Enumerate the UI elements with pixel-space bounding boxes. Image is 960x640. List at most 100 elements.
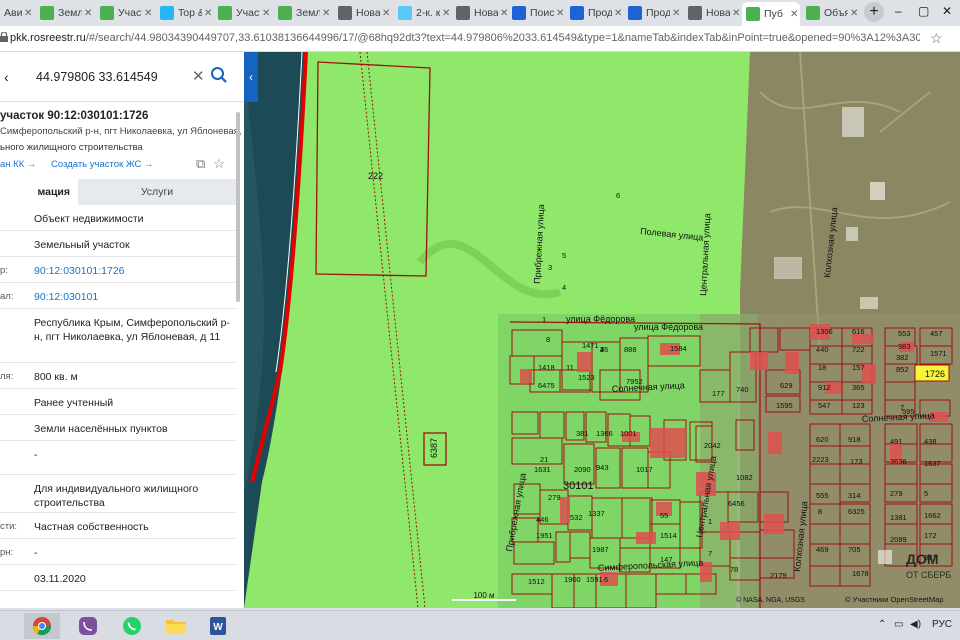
close-tab-icon[interactable]: ✕ xyxy=(204,8,214,19)
chrome-icon xyxy=(688,6,702,20)
close-tab-icon[interactable]: ✕ xyxy=(672,8,682,19)
create-parcel-link[interactable]: Создать участок ЖС → xyxy=(51,159,153,170)
attribute-row: ля: 800 кв. м xyxy=(0,363,236,389)
browser-tab[interactable]: Прода✕ xyxy=(624,2,682,24)
realty-icon xyxy=(628,6,642,20)
browser-tab[interactable]: Пуб ✕ xyxy=(742,2,800,26)
minimize-icon[interactable]: – xyxy=(895,4,902,18)
tray-volume-icon[interactable]: ◀) xyxy=(910,619,921,630)
attribute-row: рн: - xyxy=(0,539,236,565)
favorite-star-icon[interactable]: ☆ xyxy=(213,156,225,171)
close-tab-icon[interactable]: ✕ xyxy=(556,8,566,19)
tray-chevron-icon[interactable]: ⌃ xyxy=(878,619,886,630)
parcel-number-label: 629 xyxy=(780,381,793,390)
parcel-number-label: 1523 xyxy=(578,373,595,382)
taskbar-whatsapp[interactable] xyxy=(114,613,150,639)
address-bar[interactable]: pkk.rosreestr.ru/#/search/44.98034390449… xyxy=(0,26,960,52)
panel-scrollbar[interactable] xyxy=(236,112,240,302)
browser-tab[interactable]: Прода✕ xyxy=(566,2,624,24)
browser-tab-strip: Авито |✕Землеі✕Участо✕Top & I✕Участо✕Зем… xyxy=(0,0,960,26)
attribute-row: сти: Частная собственность xyxy=(0,513,236,539)
search-input[interactable]: 44.979806 33.614549 xyxy=(36,70,158,84)
browser-tab[interactable]: Новая✕ xyxy=(684,2,742,24)
close-tab-icon[interactable]: ✕ xyxy=(790,9,800,20)
taskbar-word[interactable]: W xyxy=(200,613,236,639)
browser-tab[interactable]: 2-к. ква✕ xyxy=(394,2,452,24)
attribute-row: ал: 90:12:030101 xyxy=(0,283,236,309)
url-text[interactable]: pkk.rosreestr.ru/#/search/44.98034390449… xyxy=(10,32,920,44)
parcel-number-label: 469 xyxy=(816,545,829,554)
close-tab-icon[interactable]: ✕ xyxy=(442,8,452,19)
close-tab-icon[interactable]: ✕ xyxy=(84,8,94,19)
parcel-number-label: 173 xyxy=(850,457,863,466)
attribute-row: Объект недвижимости xyxy=(0,205,236,231)
attribute-link[interactable]: 90:12:030101:1726 xyxy=(34,264,230,278)
watermark-text-2: ОТ СБЕРБ xyxy=(906,570,951,580)
new-tab-button[interactable]: + xyxy=(864,2,884,22)
clear-icon[interactable]: ✕ xyxy=(192,67,205,85)
browser-tab[interactable]: Участо✕ xyxy=(96,2,154,24)
parcel-number-label: 21 xyxy=(540,455,548,464)
close-tab-icon[interactable]: ✕ xyxy=(262,8,272,19)
close-tab-icon[interactable]: ✕ xyxy=(382,8,392,19)
chevron-left-icon[interactable]: ‹ xyxy=(4,69,9,85)
parcel-number-label: 440 xyxy=(816,345,829,354)
parcel-number-label: 314 xyxy=(848,491,861,500)
attribute-value: Объект недвижимости xyxy=(34,213,144,225)
parcel-number-label: 7 xyxy=(900,403,904,412)
maximize-icon[interactable]: ▢ xyxy=(918,4,929,18)
bookmark-star-icon[interactable]: ☆ xyxy=(930,30,943,47)
browser-tab[interactable]: Авито |✕ xyxy=(0,2,34,24)
parcel-number-label: 532 xyxy=(570,513,583,522)
attribute-row: - xyxy=(0,441,236,475)
browser-tab[interactable]: Поиск✕ xyxy=(508,2,566,24)
pkk-icon xyxy=(218,6,232,20)
browser-tab[interactable]: Участо✕ xyxy=(214,2,272,24)
parcel-number-label: 1 xyxy=(708,517,712,526)
attribution-osm[interactable]: © Участники OpenStreetMap xyxy=(845,595,943,604)
zoom-to-icon[interactable]: ⧉ xyxy=(196,156,205,171)
taskbar-explorer[interactable] xyxy=(158,613,194,639)
taskbar-viber[interactable] xyxy=(70,613,106,639)
close-tab-icon[interactable]: ✕ xyxy=(24,8,34,19)
browser-tab[interactable]: Земли✕ xyxy=(274,2,332,24)
parcel-number-label: 1987 xyxy=(592,545,609,554)
attribute-key: рн: xyxy=(0,547,14,558)
browser-tab[interactable]: Объяв✕ xyxy=(802,2,860,24)
tab-services[interactable]: Услуги xyxy=(78,179,236,205)
parcel-links: ан КК → Создать участок ЖС → xyxy=(0,159,166,170)
tab-information[interactable]: мация xyxy=(0,179,78,205)
close-tab-icon[interactable]: ✕ xyxy=(322,8,332,19)
close-tab-icon[interactable]: ✕ xyxy=(732,8,742,19)
plan-kk-link[interactable]: ан КК → xyxy=(0,159,36,170)
browser-tab[interactable]: Землеі✕ xyxy=(36,2,94,24)
parcel-number-label: 2089 xyxy=(890,535,907,544)
close-tab-icon[interactable]: ✕ xyxy=(850,8,860,19)
close-window-icon[interactable]: ✕ xyxy=(942,4,952,18)
tray-network-icon[interactable]: ▭ xyxy=(894,619,903,630)
tray-language[interactable]: РУС xyxy=(932,619,952,630)
browser-tab[interactable]: Новая✕ xyxy=(334,2,392,24)
parcel-number-label: 1 xyxy=(542,315,546,324)
browser-tab-label: Авито | xyxy=(4,7,22,19)
browser-tab[interactable]: Top & I✕ xyxy=(156,2,214,24)
tk-icon xyxy=(160,6,174,20)
parcel-label-222: 222 xyxy=(368,171,383,181)
close-tab-icon[interactable]: ✕ xyxy=(614,8,624,19)
parcel-number-label: 1017 xyxy=(636,465,653,474)
parcel-number-label: 3 xyxy=(548,263,552,272)
browser-tab[interactable]: Новая✕ xyxy=(452,2,510,24)
attribute-link[interactable]: 90:12:030101 xyxy=(34,290,230,304)
pkk-icon xyxy=(278,6,292,20)
chevron-left-icon: ‹ xyxy=(249,70,253,84)
search-box[interactable]: ‹ 44.979806 33.614549 ✕ xyxy=(0,52,244,102)
taskbar-chrome[interactable] xyxy=(24,613,60,639)
browser-tab-label: Объяв xyxy=(824,7,848,19)
close-tab-icon[interactable]: ✕ xyxy=(144,8,154,19)
word-icon: W xyxy=(210,617,226,635)
parcel-number-label: 11 xyxy=(566,363,574,372)
parcel-number-label: 6 xyxy=(604,575,608,584)
collapse-panel-button[interactable]: ‹ xyxy=(244,52,258,102)
search-icon[interactable] xyxy=(210,66,228,84)
info-panel: ‹ 44.979806 33.614549 ✕ участок 90:12:03… xyxy=(0,52,244,608)
